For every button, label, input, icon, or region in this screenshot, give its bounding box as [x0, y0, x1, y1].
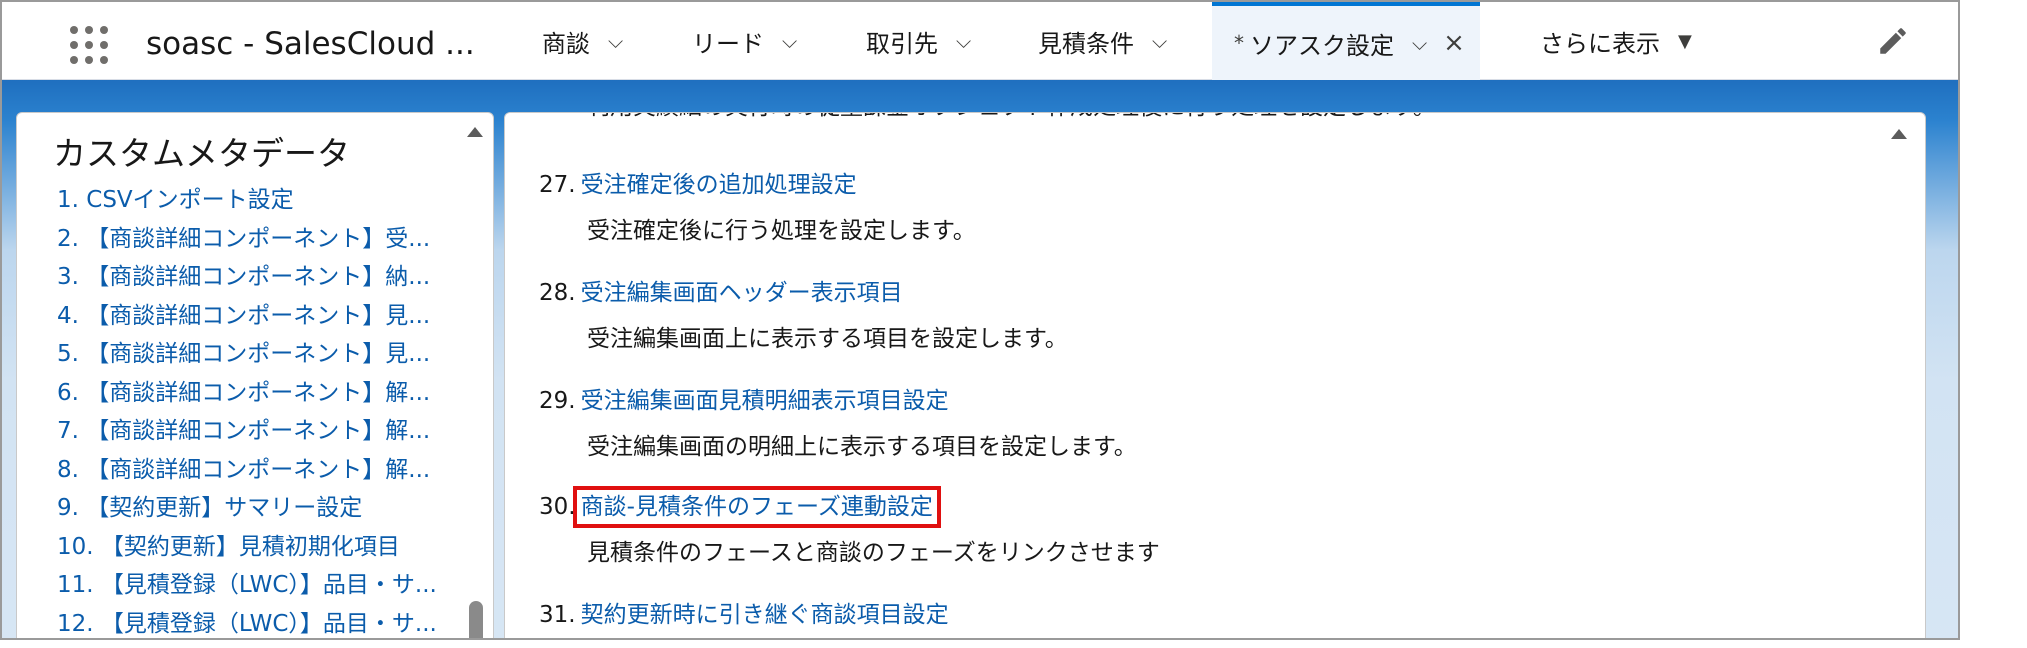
close-icon[interactable]: × — [1443, 28, 1465, 58]
sidebar-item[interactable]: 3. 【商談詳細コンポーネント】納... — [57, 258, 467, 297]
sidebar-item[interactable]: 4. 【商談詳細コンポーネント】見... — [57, 297, 467, 336]
setting-entry-28: 28. 受注編集画面ヘッダー表示項目 受注編集画面上に表示する項目を設定します。 — [539, 273, 1068, 353]
entry-number: 31. — [539, 602, 576, 628]
setting-entry-29: 29. 受注編集画面見積明細表示項目設定 受注編集画面の明細上に表示する項目を設… — [539, 381, 1137, 461]
entry-link[interactable]: 受注編集画面見積明細表示項目設定 — [581, 388, 949, 414]
app-name: soasc - SalesCloud ... — [146, 26, 475, 62]
scrollbar-thumb[interactable] — [469, 601, 483, 638]
tab-quote-condition[interactable]: 見積条件 ⌵ — [1038, 2, 1167, 80]
entry-description: 受注編集画面の明細上に表示する項目を設定します。 — [587, 434, 1137, 460]
entry-description: 受注確定後に行う処理を設定します。 — [587, 218, 976, 244]
caret-down-icon[interactable]: ▼ — [1678, 31, 1692, 52]
entry-number: 29. — [539, 388, 576, 414]
sidebar-item[interactable]: 9. 【契約更新】サマリー設定 — [57, 489, 467, 528]
tab-soasc-settings[interactable]: * ソアスク設定 ⌵ × — [1212, 2, 1480, 80]
tab-label: さらに表示 — [1540, 29, 1660, 58]
panel-title: カスタムメタデータ — [53, 134, 350, 173]
sidebar-item[interactable]: 10. 【契約更新】見積初期化項目 — [57, 528, 467, 567]
tab-account[interactable]: 取引先 ⌵ — [866, 2, 971, 80]
global-navigation: soasc - SalesCloud ... 商談 ⌵ リード ⌵ 取引先 ⌵ … — [2, 2, 1958, 80]
app-window: soasc - SalesCloud ... 商談 ⌵ リード ⌵ 取引先 ⌵ … — [0, 0, 1960, 640]
chevron-down-icon[interactable]: ⌵ — [956, 29, 971, 53]
tab-label: 取引先 — [866, 29, 938, 58]
entry-number: 30. — [539, 494, 576, 520]
unsaved-mark: * — [1234, 31, 1244, 55]
entry-link[interactable]: 受注編集画面ヘッダー表示項目 — [581, 280, 903, 306]
sidebar-item[interactable]: 6. 【商談詳細コンポーネント】解... — [57, 374, 467, 413]
tab-label: 商談 — [542, 29, 590, 58]
entry-link[interactable]: 契約更新時に引き継ぐ商談項目設定 — [581, 602, 949, 628]
entry-description: 見積条件のフェースと商談のフェーズをリンクさせます — [587, 540, 1160, 566]
chevron-down-icon[interactable]: ⌵ — [782, 29, 797, 53]
tab-opportunity[interactable]: 商談 ⌵ — [542, 2, 623, 80]
chevron-down-icon[interactable]: ⌵ — [1412, 31, 1427, 55]
settings-content-panel: 利用実績細の実行時の従量課金オブジェクト作成処理後に行う処理を設定します。 27… — [504, 112, 1926, 638]
tab-label: ソアスク設定 — [1250, 31, 1394, 60]
tab-label: リード — [692, 29, 764, 58]
sidebar-item[interactable]: 12. 【見積登録（LWC）】品目・サ... — [57, 605, 467, 639]
entry-description: 受注編集画面上に表示する項目を設定します。 — [587, 326, 1068, 352]
sidebar-item[interactable]: 5. 【商談詳細コンポーネント】見... — [57, 335, 467, 374]
tab-lead[interactable]: リード ⌵ — [692, 2, 797, 80]
entry-number: 28. — [539, 280, 576, 306]
tab-label: 見積条件 — [1038, 29, 1134, 58]
chevron-down-icon[interactable]: ⌵ — [1152, 29, 1167, 53]
sidebar-item[interactable]: 11. 【見積登録（LWC）】品目・サ... — [57, 566, 467, 605]
waffle-icon[interactable] — [66, 22, 110, 66]
scroll-up-icon[interactable] — [467, 127, 483, 137]
clipped-description: 利用実績細の実行時の従量課金オブジェクト作成処理後に行う処理を設定します。 — [587, 113, 1436, 121]
entry-link-highlighted[interactable]: 商談-見積条件のフェーズ連動設定 — [572, 486, 941, 528]
setting-entry-31: 31. 契約更新時に引き継ぐ商談項目設定 — [539, 595, 949, 629]
sidebar-item[interactable]: 8. 【商談詳細コンポーネント】解... — [57, 451, 467, 490]
entry-link[interactable]: 受注確定後の追加処理設定 — [581, 172, 857, 198]
pencil-icon[interactable] — [1876, 24, 1910, 58]
sidebar-item[interactable]: 7. 【商談詳細コンポーネント】解... — [57, 412, 467, 451]
custom-metadata-panel: カスタムメタデータ 1. CSVインポート設定 2. 【商談詳細コンポーネント】… — [16, 112, 494, 639]
chevron-down-icon[interactable]: ⌵ — [608, 29, 623, 53]
entry-number: 27. — [539, 172, 576, 198]
sidebar-item[interactable]: 1. CSVインポート設定 — [57, 181, 467, 220]
setting-entry-27: 27. 受注確定後の追加処理設定 受注確定後に行う処理を設定します。 — [539, 165, 976, 245]
setting-entry-30: 30. 商談-見積条件のフェーズ連動設定 見積条件のフェースと商談のフェーズをリ… — [539, 486, 1160, 567]
sidebar-item[interactable]: 2. 【商談詳細コンポーネント】受... — [57, 220, 467, 259]
tab-more[interactable]: さらに表示 ▼ — [1540, 2, 1692, 80]
metadata-list: 1. CSVインポート設定 2. 【商談詳細コンポーネント】受... 3. 【商… — [57, 181, 467, 639]
scroll-up-icon[interactable] — [1891, 129, 1907, 139]
